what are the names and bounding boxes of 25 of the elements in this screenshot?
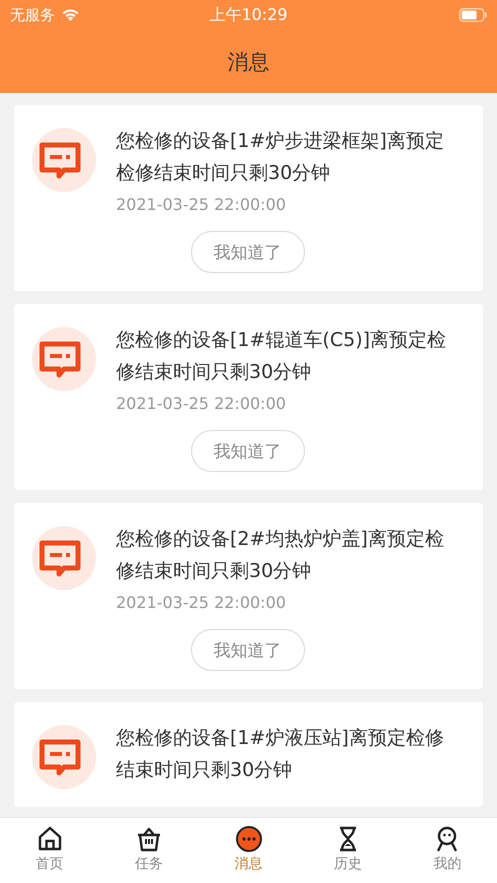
- message-text: 您检修的设备[2#均热炉炉盖]离预定检修结束时间只剩30分钟: [116, 527, 445, 584]
- message-time: 2021-03-25 22:00:00: [116, 195, 287, 214]
- chat-bubble-icon: [32, 128, 96, 192]
- tab-item[interactable]: 首页: [0, 818, 100, 883]
- acknowledge-button[interactable]: 我知道了: [190, 629, 304, 671]
- message-text: 您检修的设备[1#炉液压站]离预定检修结束时间只剩30分钟: [116, 726, 445, 783]
- tab-item[interactable]: 我的: [398, 818, 497, 883]
- page-title: 消息: [228, 48, 270, 76]
- battery-icon: [458, 8, 487, 22]
- acknowledge-button[interactable]: 我知道了: [190, 231, 304, 273]
- carrier-label: 无服务: [10, 6, 55, 24]
- clock-time: 上午10:29: [209, 4, 288, 26]
- chat-bubble-icon: [234, 825, 263, 853]
- acknowledge-button[interactable]: 我知道了: [190, 430, 304, 472]
- tab-item[interactable]: 消息: [198, 818, 298, 883]
- tab-item[interactable]: 历史: [298, 818, 398, 883]
- message-text: 您检修的设备[1#炉步进梁框架]离预定检修结束时间只剩30分钟: [116, 129, 445, 186]
- tab-item[interactable]: 任务: [99, 818, 199, 883]
- message-time: 2021-03-25 22:00:00: [116, 394, 287, 413]
- message-time: 2021-03-25 22:00:00: [116, 593, 287, 612]
- message-text: 您检修的设备[1#辊道车(C5)]离预定检修结束时间只剩30分钟: [116, 328, 448, 385]
- chat-bubble-icon: [32, 327, 96, 391]
- wifi-icon: [61, 8, 80, 22]
- chat-bubble-icon: [32, 526, 96, 590]
- chat-bubble-icon: [32, 725, 96, 789]
